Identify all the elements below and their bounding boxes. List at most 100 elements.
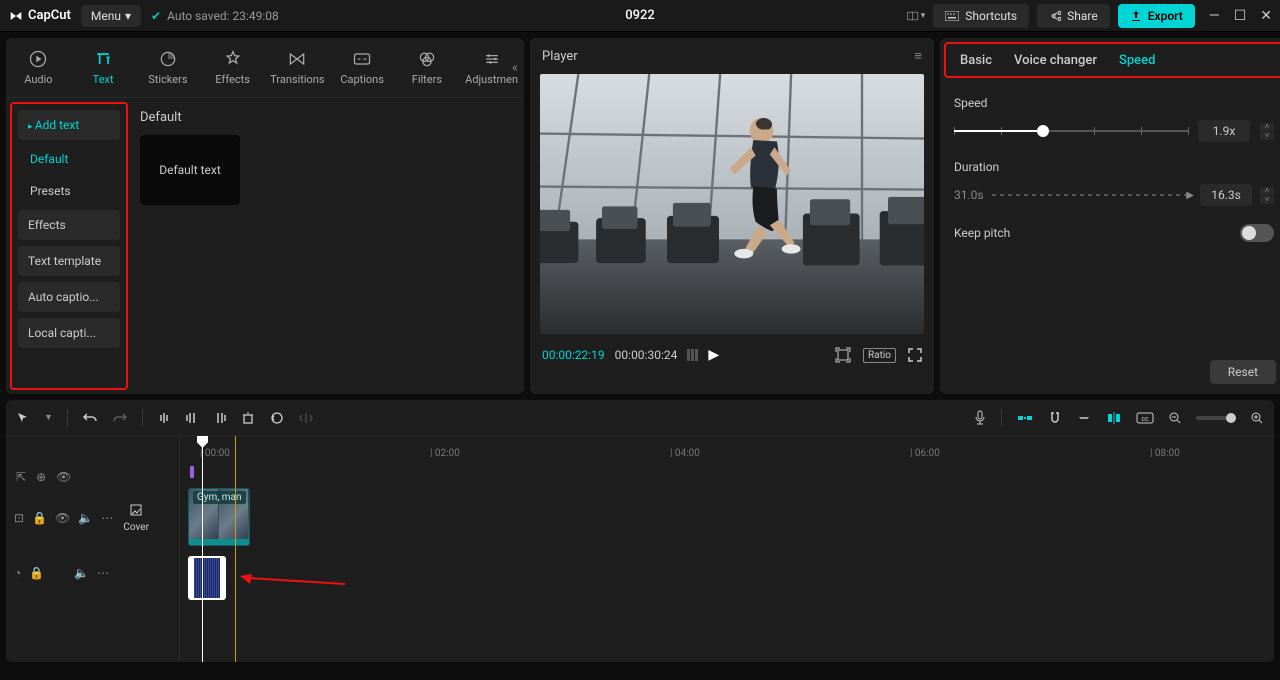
effects-icon <box>223 49 243 69</box>
player-viewport[interactable] <box>540 74 924 334</box>
playhead[interactable] <box>202 436 203 662</box>
mute-icon[interactable]: 🔈 <box>78 511 93 525</box>
filters-icon <box>417 49 437 69</box>
sidebar-item-auto-captions[interactable]: Auto captio... <box>18 282 120 312</box>
delete-tool[interactable] <box>241 411 255 425</box>
close-button[interactable]: ✕ <box>1260 8 1272 24</box>
tab-voice-changer[interactable]: Voice changer <box>1014 53 1097 68</box>
visibility-icon[interactable]: 👁 <box>55 511 70 525</box>
tab-filters[interactable]: Filters <box>395 38 460 97</box>
audio-more-icon[interactable]: ⋯ <box>97 566 109 580</box>
mirror-tool[interactable] <box>299 411 313 425</box>
zoom-out-icon[interactable] <box>1168 411 1182 425</box>
selection-dropdown[interactable]: ▼ <box>44 412 53 423</box>
sidebar-item-add-text[interactable]: ▸ Add text <box>18 110 120 140</box>
inspector-panel: Basic Voice changer Speed Speed 1.9x ˄˅ … <box>940 38 1280 394</box>
sidebar-item-text-template[interactable]: Text template <box>18 246 120 276</box>
project-title: 0922 <box>625 8 655 23</box>
sidebar-item-default[interactable]: Default <box>18 146 120 172</box>
visibility-all-icon[interactable]: 👁 <box>56 470 71 484</box>
timeline-panel: ▼ cc ⇱ ⊕ 👁 <box>6 400 1274 662</box>
speed-slider[interactable] <box>954 130 1188 132</box>
check-icon: ✔ <box>151 9 161 23</box>
zoom-in-icon[interactable] <box>1250 411 1264 425</box>
expand-tracks-icon[interactable]: ⊕ <box>36 470 46 484</box>
tab-transitions[interactable]: Transitions <box>265 38 330 97</box>
share-icon <box>1049 10 1061 22</box>
tab-effects[interactable]: Effects <box>200 38 265 97</box>
scale-icon[interactable] <box>835 347 851 363</box>
track-more-icon[interactable]: ⋯ <box>101 511 113 525</box>
marker-line[interactable] <box>235 436 236 662</box>
speed-value[interactable]: 1.9x <box>1198 120 1250 142</box>
speed-stepper[interactable]: ˄˅ <box>1260 123 1274 140</box>
split-tool[interactable] <box>157 411 171 425</box>
player-panel: Player ≡ <box>530 38 934 394</box>
sidebar-item-effects[interactable]: Effects <box>18 210 120 240</box>
maximize-button[interactable]: ☐ <box>1234 8 1247 24</box>
audio-mute-icon[interactable]: 🔈 <box>74 566 89 580</box>
link-icon[interactable] <box>1076 413 1092 423</box>
fullscreen-icon[interactable] <box>908 348 922 362</box>
stickers-icon <box>158 49 178 69</box>
timeline-tracks[interactable]: | 00:00 | 02:00 | 04:00 | 06:00 | 08:00 … <box>180 436 1274 662</box>
duration-stepper[interactable]: ˄˅ <box>1260 187 1274 204</box>
svg-text:cc: cc <box>1141 415 1149 423</box>
app-name: CapCut <box>28 8 71 23</box>
share-button[interactable]: Share <box>1037 4 1110 28</box>
duration-value[interactable]: 16.3s <box>1200 184 1252 206</box>
track-settings-icon[interactable]: ⊡ <box>14 511 24 525</box>
minimize-button[interactable]: — <box>1209 8 1220 24</box>
audio-clip[interactable] <box>188 556 226 600</box>
undo-button[interactable] <box>82 411 98 425</box>
record-audio-icon[interactable] <box>973 410 987 426</box>
marker-purple[interactable] <box>190 466 194 478</box>
tab-basic[interactable]: Basic <box>960 53 992 68</box>
split-left-tool[interactable] <box>185 411 199 425</box>
magnet-icon[interactable] <box>1048 411 1062 425</box>
zoom-slider[interactable] <box>1196 416 1236 420</box>
sidebar-item-local-captions[interactable]: Local capti... <box>18 318 120 348</box>
sidebar-item-presets[interactable]: Presets <box>18 178 120 204</box>
redo-button[interactable] <box>112 411 128 425</box>
lock-icon[interactable]: 🔒 <box>32 511 47 525</box>
export-icon <box>1130 10 1142 22</box>
shortcuts-button[interactable]: Shortcuts <box>933 4 1029 28</box>
player-menu-icon[interactable]: ≡ <box>914 48 922 64</box>
text-sidebar: ▸ Add text Default Presets Effects Text … <box>10 102 128 390</box>
ratio-button[interactable]: Ratio <box>863 348 896 363</box>
compare-icon[interactable] <box>687 349 698 361</box>
media-panel: Audio Text Stickers Effects Transitions … <box>6 38 524 394</box>
cc-icon[interactable]: cc <box>1136 412 1154 424</box>
reset-button[interactable]: Reset <box>1210 360 1276 384</box>
split-right-tool[interactable] <box>213 411 227 425</box>
transitions-icon <box>287 49 307 69</box>
selection-tool[interactable] <box>16 411 30 425</box>
timeline-ruler[interactable]: | 00:00 | 02:00 | 04:00 | 06:00 | 08:00 <box>180 436 1274 466</box>
export-button[interactable]: Export <box>1118 4 1195 28</box>
tab-captions[interactable]: Captions <box>330 38 395 97</box>
tab-text[interactable]: Text <box>71 38 136 97</box>
tab-stickers[interactable]: Stickers <box>136 38 201 97</box>
play-button[interactable]: ▶ <box>708 347 719 363</box>
cover-button[interactable]: Cover <box>121 503 151 533</box>
tab-speed[interactable]: Speed <box>1119 53 1155 68</box>
collapse-icon[interactable]: « <box>512 60 518 75</box>
reverse-tool[interactable] <box>269 411 285 425</box>
magnet-main-icon[interactable] <box>1016 412 1034 424</box>
audio-track-icon[interactable]: ◔ <box>14 566 21 580</box>
menu-button[interactable]: Menu ▾ <box>81 5 141 27</box>
duration-track: ▶ <box>992 194 1192 196</box>
collapse-tracks-icon[interactable]: ⇱ <box>16 470 26 484</box>
video-clip[interactable]: Gym, man <box>188 488 250 546</box>
audio-lock-icon[interactable]: 🔒 <box>29 566 44 580</box>
keep-pitch-toggle[interactable] <box>1240 224 1274 242</box>
capcut-icon <box>8 8 24 24</box>
keyboard-icon <box>945 11 959 21</box>
default-text-preset[interactable]: Default text <box>140 135 240 205</box>
text-icon <box>93 49 113 69</box>
player-title: Player <box>542 49 578 64</box>
preview-axis-icon[interactable] <box>1106 411 1122 425</box>
tab-audio[interactable]: Audio <box>6 38 71 97</box>
layout-icon[interactable]: ▾ <box>907 9 925 23</box>
